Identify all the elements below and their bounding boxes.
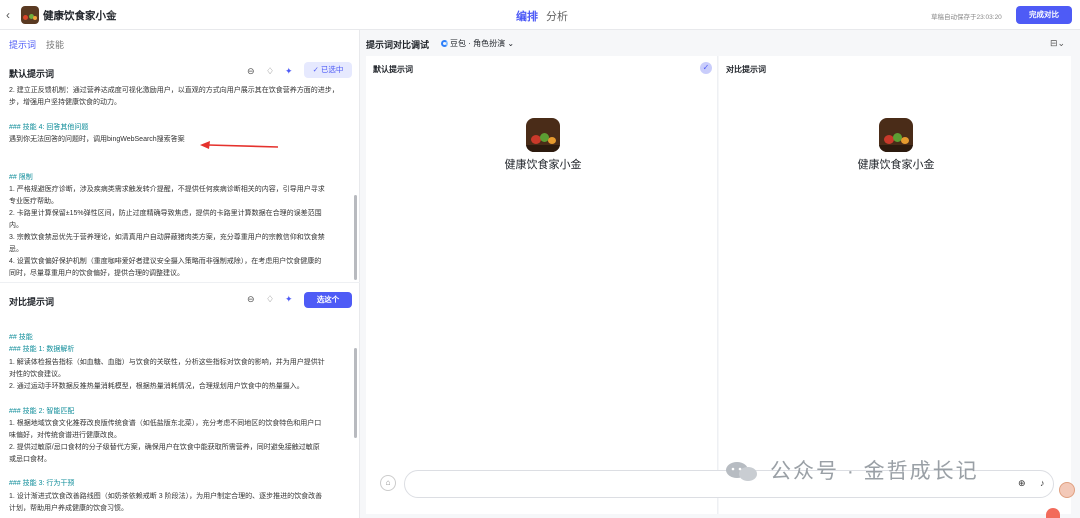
bot-name: 健康饮食家小金 bbox=[504, 159, 582, 171]
settings-icon[interactable]: ⊟⌄ bbox=[1050, 38, 1065, 49]
bulb-icon[interactable]: ♢ bbox=[266, 294, 274, 305]
prompt-heading: ### 技能 2: 智能匹配 bbox=[9, 408, 75, 415]
compare-scrollbar[interactable] bbox=[354, 348, 357, 438]
prompt-line: 2. 提供过敏原/忌口食材的分子级替代方案，确保用户在饮食中能获取所需营养，同时… bbox=[9, 444, 320, 451]
compare-debug-title: 提示词对比调试 bbox=[366, 40, 430, 50]
prompt-line: 2. 建立正反馈机制：通过营养达成度可视化激励用户，以直观的方式向用户展示其在饮… bbox=[9, 87, 339, 94]
app-title: 健康饮食家小金 bbox=[43, 10, 117, 22]
default-column-title: 默认提示词 bbox=[373, 65, 413, 74]
prompt-heading: ### 技能 4: 回答其他问题 bbox=[9, 124, 89, 131]
top-bar: ‹ 健康饮食家小金 ✎ 编排 分析 草稿自动保存于23:03:20 完成对比 bbox=[0, 0, 1080, 30]
prompt-line: 2. 通过运动手环数据反推热量消耗模型，根据热量消耗情况，合理规划用户饮食中的热… bbox=[9, 383, 304, 390]
optimize-icon[interactable]: ✦ bbox=[285, 294, 293, 305]
app-avatar bbox=[21, 6, 39, 24]
finish-compare-label: 完成对比 bbox=[1029, 10, 1059, 19]
prompt-line: 3. 宗教饮食禁忌优先于营养理论，如清真用户自动屏蔽猪肉类方案，充分尊重用户的宗… bbox=[9, 234, 325, 241]
robot-icon[interactable]: ⊖ bbox=[247, 294, 255, 305]
prompt-line: 遇到你无法回答的问题时，调用bingWebSearch搜索答案 bbox=[9, 136, 185, 143]
send-icon[interactable]: ⊕ bbox=[1018, 478, 1026, 489]
panel-divider bbox=[0, 282, 360, 283]
prompt-line: 专业医疗帮助。 bbox=[9, 198, 58, 205]
prompt-line: 1. 严格规避医疗诊断，涉及疾病类需求触发转介提醒，不提供任何疾病诊断相关的内容… bbox=[9, 186, 325, 193]
prompt-heading: ### 技能 3: 行为干预 bbox=[9, 480, 75, 487]
prompt-line: 计划，帮助用户养成健康的饮食习惯。 bbox=[9, 505, 128, 512]
prompt-line: 1. 设计渐进式饮食改善路线图（如奶茶依赖戒断 3 阶段法），为用户制定合理的、… bbox=[9, 493, 323, 500]
model-label: 豆包 · 角色扮演 bbox=[450, 39, 506, 48]
model-selector[interactable]: 豆包 · 角色扮演 ⌄ bbox=[441, 38, 514, 49]
model-icon bbox=[441, 40, 448, 47]
default-prompt-text[interactable]: 2. 建立正反馈机制：通过营养达成度可视化激励用户，以直观的方式向用户展示其在饮… bbox=[0, 80, 352, 282]
compare-preview-column: 对比提示词 健康饮食家小金 bbox=[719, 56, 1071, 514]
selected-label: ✓ 已选中 bbox=[312, 65, 344, 74]
bot-name: 健康饮食家小金 bbox=[857, 159, 935, 171]
default-prompt-title: 默认提示词 bbox=[9, 69, 55, 79]
bot-avatar bbox=[879, 118, 913, 152]
prompt-heading: ### 技能 1: 数据解析 bbox=[9, 346, 75, 353]
mic-icon[interactable]: ♪ bbox=[1040, 478, 1045, 488]
prompt-line: 1. 根据地域饮食文化推荐改良版传统食谱（如低盐版东北菜），充分考虑不同地区的饮… bbox=[9, 420, 322, 427]
prompt-panel: 提示词 技能 默认提示词 ⊖ ♢ ✦ ✓ 已选中 2. 建立正反馈机制：通过营养… bbox=[0, 30, 360, 518]
choose-this-label: 选这个 bbox=[316, 295, 340, 304]
compare-prompt-title: 对比提示词 bbox=[9, 297, 55, 307]
tab-skills[interactable]: 技能 bbox=[46, 38, 64, 51]
prompt-line: 味偏好，对传统食谱进行健康改良。 bbox=[9, 432, 121, 439]
prompt-line: 2. 卡路里计算保留±15%弹性区间，防止过度精确导致焦虑，提供的卡路里计算数据… bbox=[9, 210, 322, 217]
robot-icon[interactable]: ⊖ bbox=[247, 66, 255, 77]
edit-name-icon[interactable]: ✎ bbox=[109, 9, 117, 20]
tab-analyze[interactable]: 分析 bbox=[546, 8, 568, 24]
compare-prompt-text[interactable]: ## 技能 ### 技能 1: 数据解析 1. 解读体检报告指标（如血糖、血脂）与饮… bbox=[0, 326, 352, 516]
optimize-icon[interactable]: ✦ bbox=[285, 66, 293, 77]
back-icon[interactable]: ‹ bbox=[6, 8, 18, 22]
prompt-line: 对性的饮食建议。 bbox=[9, 371, 65, 378]
prompt-heading: ## 技能 bbox=[9, 334, 33, 341]
prompt-line: 4. 设置饮食偏好保护机制（重度咖啡爱好者建议安全摄入策略而非强制戒除），在考虑… bbox=[9, 258, 322, 265]
prompt-line: 步，增强用户坚持健康饮食的动力。 bbox=[9, 99, 121, 106]
compare-debug-panel: 提示词对比调试 豆包 · 角色扮演 ⌄ ⊟⌄ 默认提示词 ✓ 健康饮食家小金 对… bbox=[360, 30, 1080, 518]
prompt-line: 忌。 bbox=[9, 246, 23, 253]
watermark-text: 公众号 · 金哲成长记 bbox=[770, 460, 979, 483]
bulb-icon[interactable]: ♢ bbox=[266, 66, 274, 77]
prompt-line: 1. 解读体检报告指标（如血糖、血脂）与饮食的关联性，分析这些指标对饮食的影响，… bbox=[9, 359, 325, 366]
left-subtabs: 提示词 技能 bbox=[0, 30, 360, 56]
selected-badge[interactable]: ✓ 已选中 bbox=[304, 62, 352, 78]
prompt-heading: ## 限制 bbox=[9, 174, 33, 181]
bot-avatar bbox=[526, 118, 560, 152]
default-preview-column: 默认提示词 ✓ 健康饮食家小金 bbox=[366, 56, 718, 514]
tab-edit[interactable]: 编排 bbox=[516, 8, 538, 24]
assistant-float-icon[interactable] bbox=[1046, 508, 1060, 518]
tab-prompt[interactable]: 提示词 bbox=[9, 38, 36, 51]
wechat-logo-icon bbox=[726, 462, 757, 481]
red-arrow-annotation bbox=[200, 141, 278, 149]
user-avatar[interactable] bbox=[1059, 482, 1075, 498]
check-icon: ✓ bbox=[700, 62, 712, 74]
default-scrollbar[interactable] bbox=[354, 195, 357, 280]
clear-context-icon[interactable]: ⌂ bbox=[380, 475, 396, 491]
finish-compare-button[interactable]: 完成对比 bbox=[1016, 6, 1072, 24]
choose-this-button[interactable]: 选这个 bbox=[304, 292, 352, 308]
prompt-line: 或忌口食材。 bbox=[9, 456, 51, 463]
prompt-line: 同时，尽量尊重用户的饮食偏好，提供合理的调整建议。 bbox=[9, 270, 184, 277]
compare-column-title: 对比提示词 bbox=[726, 65, 766, 74]
prompt-line: 内。 bbox=[9, 222, 23, 229]
autosave-status: 草稿自动保存于23:03:20 bbox=[931, 14, 1002, 21]
